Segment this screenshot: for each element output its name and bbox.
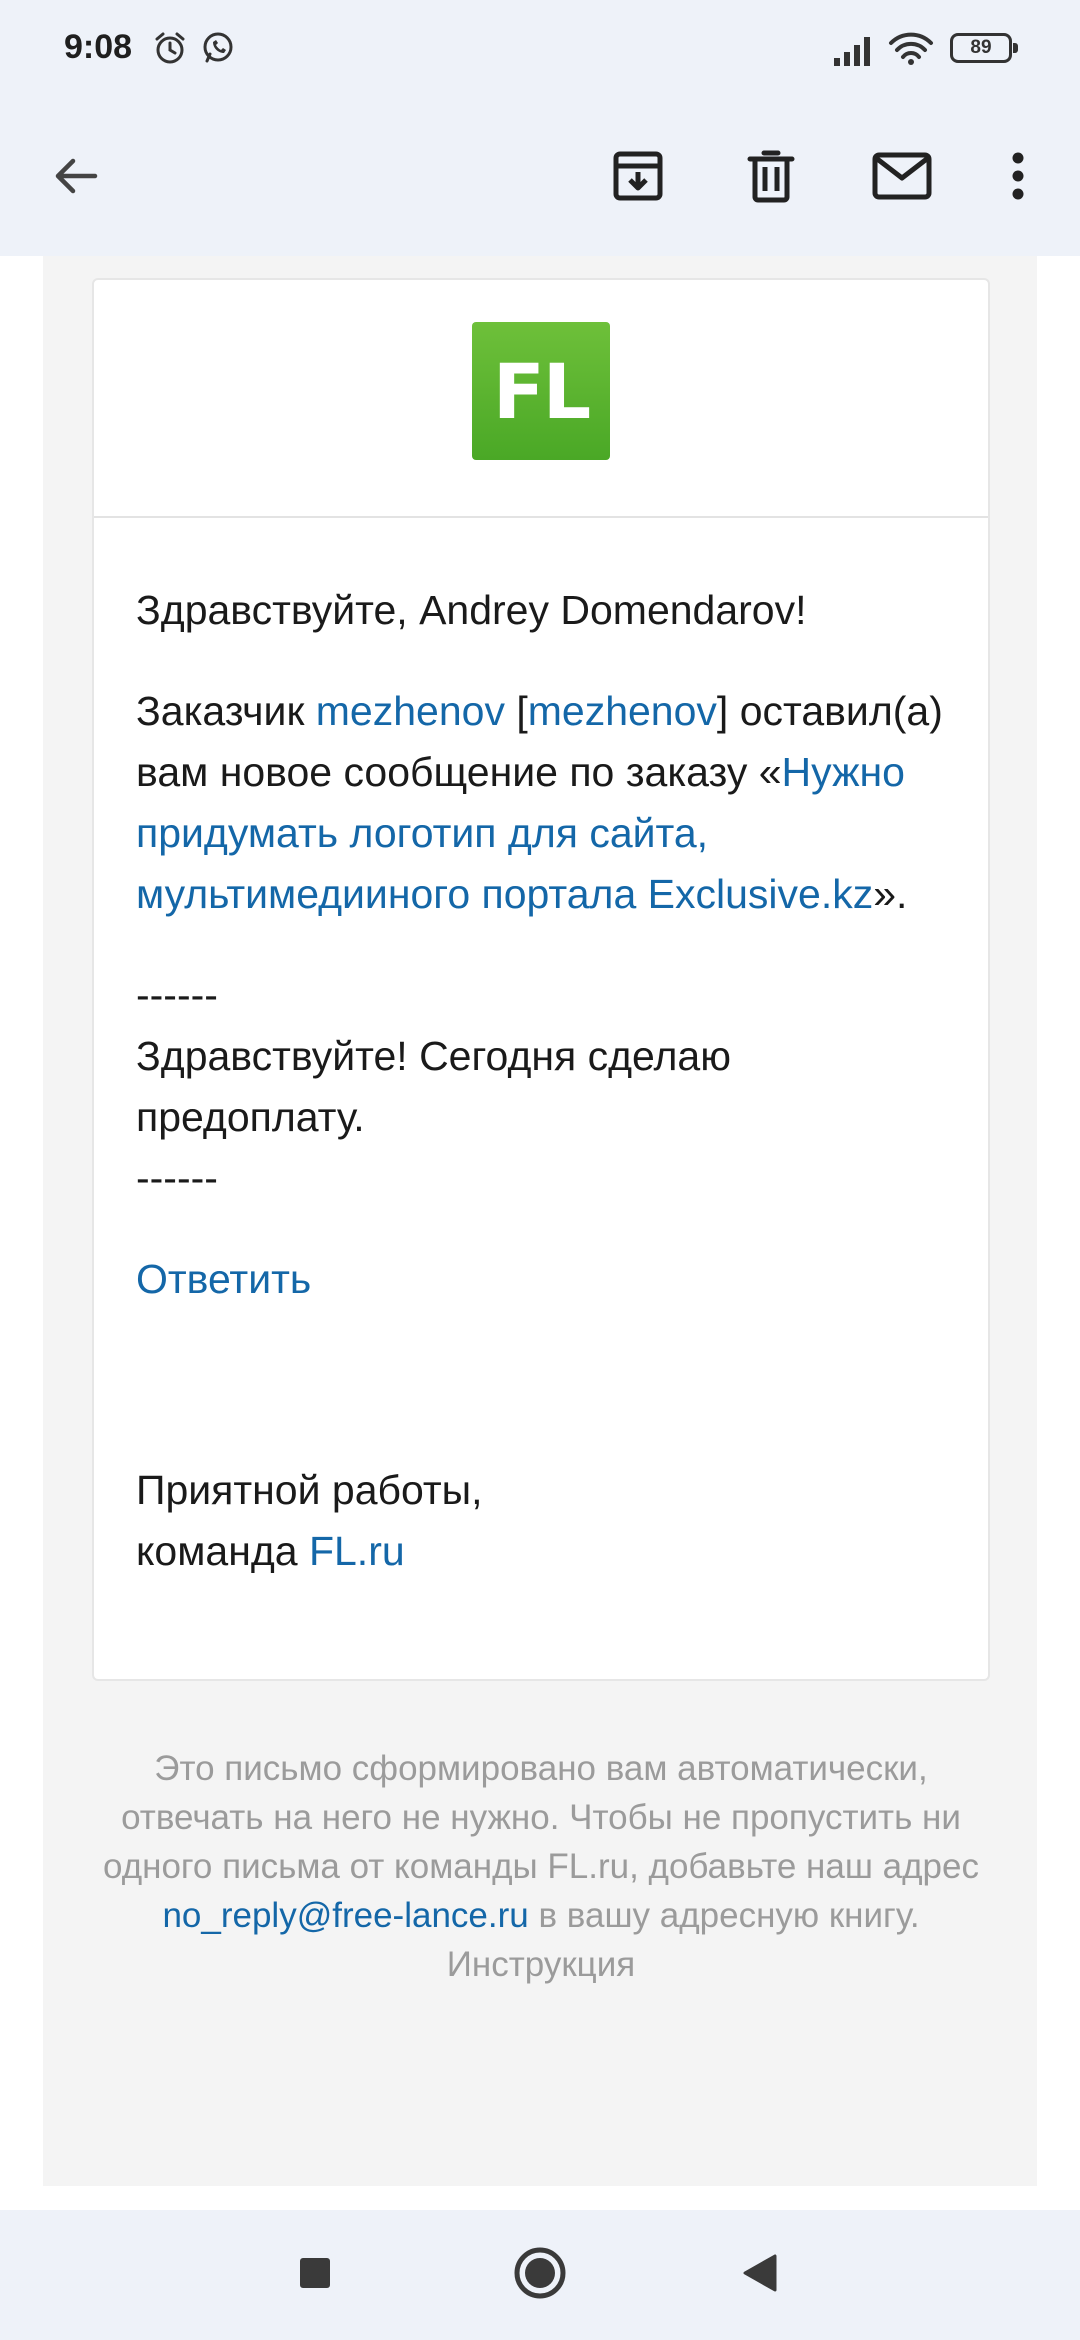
archive-icon <box>611 149 665 208</box>
greeting: Здравствуйте, Andrey Domendarov! <box>136 587 807 633</box>
client-name-link[interactable]: mezhenov <box>316 688 505 734</box>
recents-icon <box>298 2256 332 2295</box>
client-login-link[interactable]: mezhenov <box>528 688 717 734</box>
client-message: Здравствуйте! Сегодня сделаю предоплату. <box>136 1033 731 1140</box>
signoff-prefix: команда <box>136 1528 309 1574</box>
signoff-line2: команда FL.ru <box>136 1521 956 1582</box>
separator-top: ------ <box>136 972 218 1018</box>
system-nav-bar <box>0 2210 1080 2340</box>
home-button[interactable] <box>505 2240 575 2310</box>
fl-logo[interactable]: FL <box>472 322 610 460</box>
home-icon <box>513 2246 567 2305</box>
message-card: FL Здравствуйте, Andrey Domendarov! Зака… <box>92 278 990 1681</box>
bracket-close: ] <box>716 688 729 734</box>
delete-icon <box>746 149 796 208</box>
reply-link[interactable]: Ответить <box>136 1249 956 1310</box>
separator-bottom: ------ <box>136 1155 218 1201</box>
message-text: Здравствуйте, Andrey Domendarov! Заказчи… <box>136 580 956 1582</box>
mark-unread-button[interactable] <box>862 138 942 218</box>
delete-button[interactable] <box>731 138 811 218</box>
mark-unread-icon <box>872 152 932 205</box>
msg-prefix: Заказчик <box>136 688 316 734</box>
whatsapp-icon <box>200 30 236 71</box>
system-back-button[interactable] <box>725 2240 795 2310</box>
battery-icon: 89 <box>950 33 1018 63</box>
status-time: 9:08 <box>64 28 133 66</box>
back-arrow-icon <box>51 151 101 206</box>
msg-end: ». <box>873 871 908 917</box>
back-icon <box>741 2253 779 2298</box>
recents-button[interactable] <box>280 2240 350 2310</box>
alarm-icon <box>152 30 188 71</box>
signal-icon <box>832 34 876 71</box>
footer-note: Это письмо сформировано вам автоматическ… <box>92 1744 990 1989</box>
wifi-icon <box>888 32 934 71</box>
fl-ru-link[interactable]: FL.ru <box>309 1528 405 1574</box>
back-button[interactable] <box>36 138 116 218</box>
archive-button[interactable] <box>598 138 678 218</box>
notification-paragraph: Заказчик mezhenov [mezhenov] оставил(а) … <box>136 681 956 925</box>
app-bar <box>0 100 1080 256</box>
more-vert-icon <box>1010 151 1026 206</box>
instruction-link[interactable]: Инструкция <box>447 1945 635 1984</box>
card-header: FL <box>94 280 988 518</box>
signoff-line1: Приятной работы, <box>136 1467 483 1513</box>
footer-text-2: в вашу адресную книгу. <box>528 1896 920 1935</box>
bracket-open: [ <box>504 688 528 734</box>
footer-text-1: Это письмо сформировано вам автоматическ… <box>103 1749 979 1886</box>
status-bar: 9:08 89 <box>0 0 1080 100</box>
no-reply-email-link[interactable]: no_reply@free-lance.ru <box>162 1896 528 1935</box>
email-content[interactable]: FL Здравствуйте, Andrey Domendarov! Зака… <box>0 256 1080 2210</box>
more-options-button[interactable] <box>978 138 1058 218</box>
